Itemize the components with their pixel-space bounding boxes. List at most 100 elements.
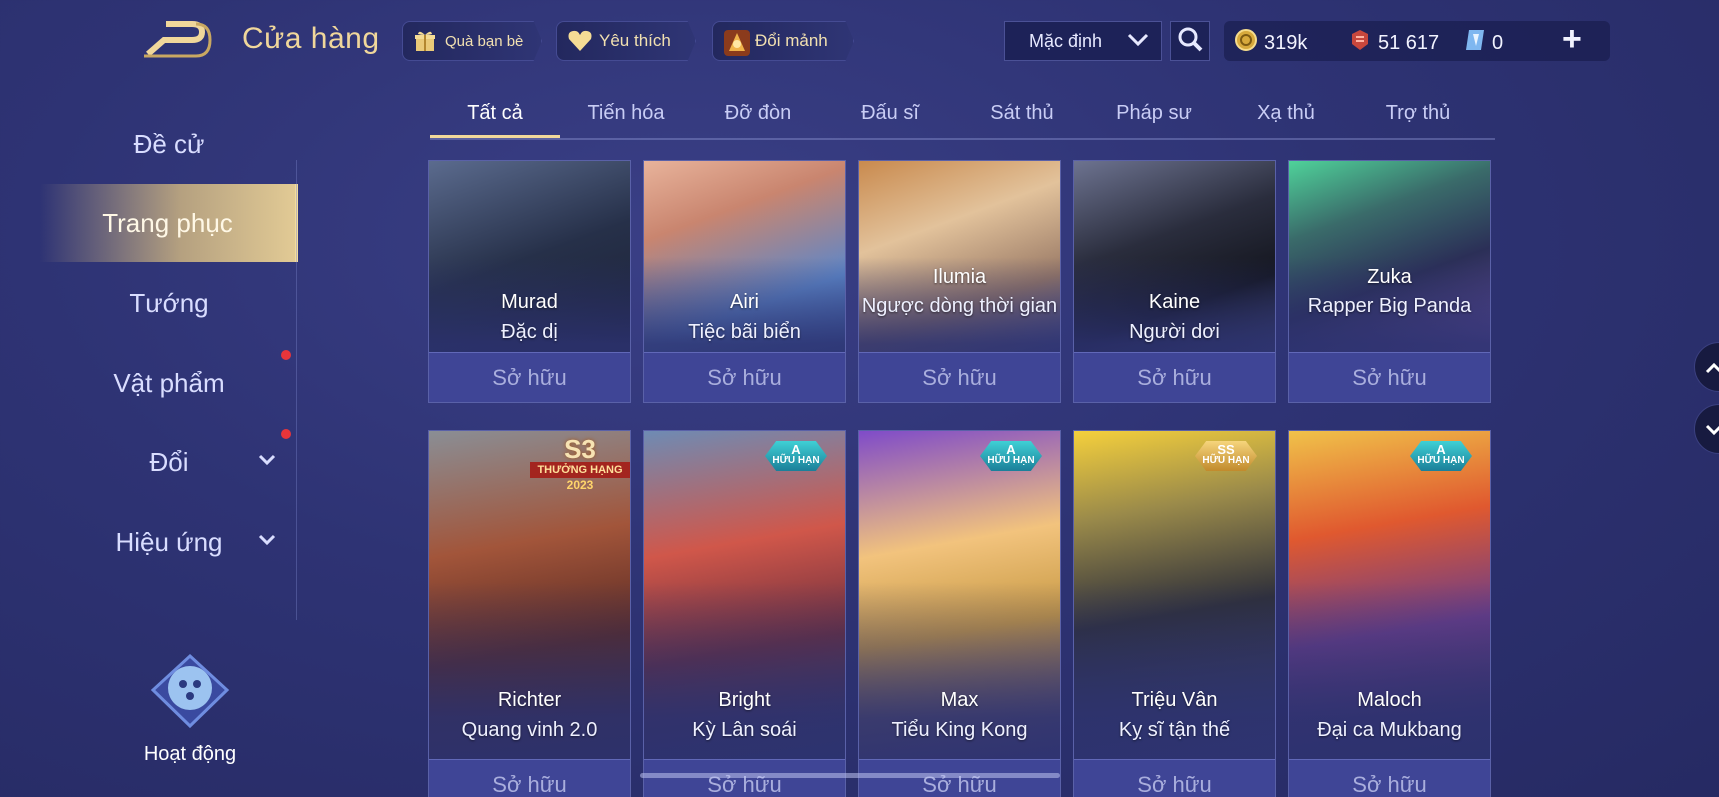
hero-name: Zuka [1367,266,1412,288]
back-icon[interactable] [140,20,212,60]
tab-warrior[interactable]: Đấu sĩ [825,96,955,138]
tab-marksman[interactable]: Xạ thủ [1221,96,1351,138]
tab-evolution[interactable]: Tiến hóa [561,96,691,138]
search-button[interactable] [1170,21,1210,61]
skin-name: Tiểu King Kong [891,719,1028,741]
owned-status: Sở hữu [859,352,1060,402]
rarity-badge: A HỮU HẠN [980,441,1042,471]
tab-all[interactable]: Tất cả [430,96,560,138]
tab-tank[interactable]: Đỡ đòn [693,96,823,138]
sidebar-item-recommended[interactable]: Đề cử [40,105,298,183]
shard-exchange-icon [723,29,750,56]
friend-gift-button[interactable]: Quà bạn bè [402,21,542,61]
sidebar-item-label: Tướng [129,287,209,318]
scroll-up-button[interactable] [1694,342,1719,392]
favorites-label: Yêu thích [599,31,671,50]
notification-dot [281,429,291,439]
chevron-down-icon [258,453,276,471]
sidebar-item-exchange[interactable]: Đổi [40,423,298,501]
sidebar-item-heroes[interactable]: Tướng [40,264,298,342]
owned-status: Sở hữu [1289,352,1490,402]
badge-limited: HỮU HẠN [772,455,820,466]
rarity-badge: A HỮU HẠN [765,441,827,471]
badge-tier: A [1436,442,1446,457]
skin-name: Rapper Big Panda [1307,295,1472,317]
tab-support[interactable]: Trợ thủ [1353,96,1483,138]
hero-name: Bright [718,689,771,711]
badge-year: 2023 [566,478,594,492]
rarity-badge: A HỮU HẠN [1410,441,1472,471]
sidebar-item-items[interactable]: Vật phẩm [40,344,298,422]
home-indicator [640,773,1060,778]
diamond-icon [1464,28,1486,58]
chevron-down-icon [1705,416,1719,442]
search-icon [1177,26,1203,57]
skin-card[interactable]: Zuka Rapper Big Panda Sở hữu [1288,160,1491,403]
page-title: Cửa hàng [242,22,380,55]
scroll-down-button[interactable] [1694,404,1719,454]
skin-card[interactable]: S3 THƯỞNG HẠNG 2023 Richter Quang vinh 2… [428,430,631,797]
owned-status: Sở hữu [1074,759,1275,797]
owned-status: Sở hữu [1289,759,1490,797]
sort-dropdown[interactable]: Mặc định [1004,21,1162,61]
skin-card[interactable]: SS HỮU HẠN Triệu Vân Kỵ sĩ tận thế Sở hữ… [1073,430,1276,797]
owned-status: Sở hữu [644,759,845,797]
hero-name: Triệu Vân [1131,689,1218,711]
sidebar-item-label: Vật phẩm [113,367,225,398]
hero-name: Richter [497,689,562,711]
favorites-button[interactable]: Yêu thích [556,21,696,61]
sidebar-item-label: Hiệu ứng [115,526,223,557]
skin-name: Ngược dòng thời gian [861,295,1058,317]
skin-card[interactable]: Airi Tiệc bãi biển Sở hữu [643,160,846,403]
diamond-currency: 0 [1464,28,1503,58]
voucher-icon [1348,28,1372,58]
top-bar: Cửa hàng Quà bạn bè Yêu thích Đổi mảnh M… [0,0,1719,84]
hero-name: Murad [501,291,558,313]
badge-tier: SS [1217,442,1235,457]
diamond-amount: 0 [1492,31,1504,54]
skin-name: Đặc dị [501,321,558,343]
skin-card[interactable]: A HỮU HẠN Max Tiểu King Kong Sở hữu [858,430,1061,797]
skin-name: Người dơi [1129,321,1220,343]
badge-limited: HỮU HẠN [1202,455,1250,466]
rarity-badge: SS HỮU HẠN [1195,441,1257,471]
badge-limited: HỮU HẠN [987,455,1035,466]
skin-card[interactable]: Ilumia Ngược dòng thời gian Sở hữu [858,160,1061,403]
owned-status: Sở hữu [429,352,630,402]
sidebar-item-label: Đổi [149,446,189,477]
badge-season: S3 [564,434,596,464]
skin-card[interactable]: Murad Đặc dị Sở hữu [428,160,631,403]
owned-status: Sở hữu [859,759,1060,797]
hero-name: Airi [730,291,759,313]
skin-name: Kỳ Lân soái [692,719,797,741]
sidebar-divider [296,160,297,620]
gold-currency: 319k [1234,28,1307,58]
badge-tier: A [1006,442,1016,457]
hero-name: Ilumia [932,266,987,288]
voucher-amount: 51 617 [1378,31,1440,54]
sort-value: Mặc định [1029,30,1103,51]
badge-ribbon: THƯỞNG HẠNG [530,462,630,478]
sidebar-item-effects[interactable]: Hiệu ứng [40,503,298,581]
sidebar-item-costumes[interactable]: Trang phục [40,184,298,262]
owned-status: Sở hữu [1074,352,1275,402]
add-currency-button[interactable]: + [1562,22,1582,56]
skin-name: Kỵ sĩ tận thế [1118,719,1231,741]
hero-name: Maloch [1357,689,1422,711]
tab-assassin[interactable]: Sát thủ [957,96,1087,138]
activity-button[interactable]: Hoạt động [130,650,250,766]
shard-exchange-label: Đổi mảnh [755,31,828,50]
owned-status: Sở hữu [644,352,845,402]
skin-card[interactable]: A HỮU HẠN Maloch Đại ca Mukbang Sở hữu [1288,430,1491,797]
gold-amount: 319k [1264,31,1308,54]
skin-card[interactable]: A HỮU HẠN Bright Kỳ Lân soái Sở hữu [643,430,846,797]
category-tabs: Tất cả Tiến hóa Đỡ đòn Đấu sĩ Sát thủ Ph… [430,96,1495,140]
season-rank-badge: S3 THƯỞNG HẠNG 2023 [530,433,630,492]
friend-gift-label: Quà bạn bè [445,32,524,50]
skin-card[interactable]: Kaine Người dơi Sở hữu [1073,160,1276,403]
tab-mage[interactable]: Pháp sư [1089,96,1219,138]
badge-tier: A [791,442,801,457]
badge-limited: HỮU HẠN [1417,455,1465,466]
voucher-currency: 51 617 [1348,28,1439,58]
shard-exchange-button[interactable]: Đổi mảnh [712,21,854,61]
